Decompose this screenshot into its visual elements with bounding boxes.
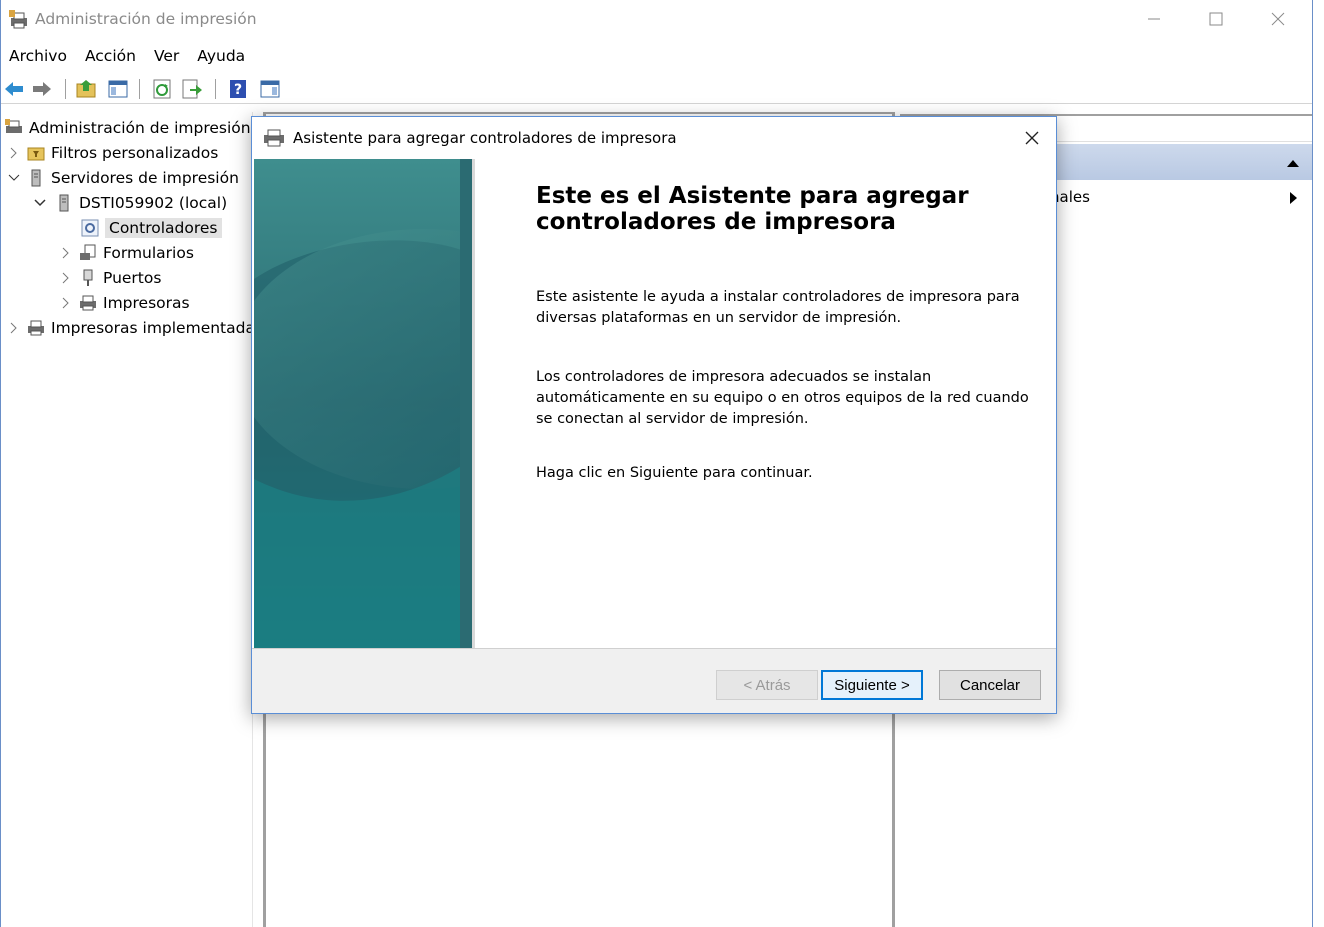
window-title: Administración de impresión — [35, 10, 257, 28]
minimize-icon — [1148, 18, 1160, 20]
port-icon — [79, 269, 97, 287]
menu-archivo[interactable]: Archivo — [1, 44, 77, 68]
submenu-arrow-icon[interactable] — [1290, 192, 1297, 204]
title-bar: Administración de impresión — [1, 0, 1312, 40]
console-tree: Administración de impresión Filtros pers… — [1, 112, 255, 927]
actions-section-header[interactable] — [1050, 144, 1312, 180]
maximize-button[interactable] — [1185, 0, 1247, 38]
printer-icon — [263, 129, 285, 147]
show-hide-tree-icon[interactable] — [107, 78, 129, 100]
tree-item-printers[interactable]: Impresoras — [59, 291, 190, 315]
help-icon[interactable]: ? — [227, 78, 249, 100]
wizard-heading: Este es el Asistente para agregar contro… — [536, 183, 969, 235]
tree-item-forms[interactable]: Formularios — [59, 241, 194, 265]
back-arrow-icon[interactable] — [3, 78, 25, 100]
wizard-content: Este es el Asistente para agregar contro… — [472, 159, 1056, 648]
dialog-footer: < Atrás Siguiente > Cancelar — [252, 648, 1056, 713]
printer-icon — [79, 294, 97, 312]
collapse-section-icon[interactable] — [1287, 160, 1299, 167]
chevron-down-icon[interactable] — [33, 196, 47, 210]
tree-item-drivers[interactable]: Controladores — [81, 216, 222, 240]
drivers-icon — [81, 219, 99, 237]
menu-accion[interactable]: Acción — [77, 44, 146, 68]
server-icon — [27, 169, 45, 187]
tree-item-filters[interactable]: Filtros personalizados — [7, 141, 218, 165]
printer-management-icon — [9, 10, 29, 30]
next-button[interactable]: Siguiente > — [821, 670, 923, 700]
tree-item-ports[interactable]: Puertos — [59, 266, 161, 290]
maximize-icon — [1209, 12, 1223, 26]
dialog-close-button[interactable] — [1010, 122, 1054, 154]
tree-item-server-local[interactable]: DSTI059902 (local) — [33, 191, 227, 215]
wizard-paragraph-3: Haga clic en Siguiente para continuar. — [536, 465, 813, 481]
toolbar: ? — [1, 74, 1312, 104]
tree-item-root[interactable]: Administración de impresión — [5, 116, 251, 140]
dialog-title: Asistente para agregar controladores de … — [293, 129, 677, 147]
wizard-paragraph-1: Este asistente le ayuda a instalar contr… — [536, 289, 1020, 326]
dialog-title-bar: Asistente para agregar controladores de … — [252, 117, 1056, 159]
chevron-right-icon[interactable] — [7, 146, 21, 160]
printer-management-icon — [5, 119, 23, 137]
forms-icon — [79, 244, 97, 262]
forward-arrow-icon[interactable] — [31, 78, 53, 100]
menu-bar: Archivo Acción Ver Ayuda — [1, 44, 255, 68]
chevron-right-icon[interactable] — [59, 246, 73, 260]
server-icon — [55, 194, 73, 212]
filter-folder-icon — [27, 144, 45, 162]
export-list-icon[interactable] — [181, 78, 203, 100]
printer-icon — [27, 319, 45, 337]
chevron-right-icon[interactable] — [59, 271, 73, 285]
chevron-down-icon[interactable] — [7, 171, 21, 185]
close-window-button[interactable] — [1247, 0, 1309, 38]
close-icon — [1271, 12, 1285, 26]
menu-ver[interactable]: Ver — [146, 44, 189, 68]
wizard-banner — [254, 159, 472, 648]
refresh-icon[interactable] — [151, 78, 173, 100]
tree-item-deployed-printers[interactable]: Impresoras implementada — [7, 316, 255, 340]
svg-text:?: ? — [234, 82, 242, 98]
chevron-right-icon[interactable] — [59, 296, 73, 310]
tree-item-servers[interactable]: Servidores de impresión — [7, 166, 239, 190]
minimize-button[interactable] — [1123, 0, 1185, 38]
add-driver-wizard-dialog: Asistente para agregar controladores de … — [251, 116, 1057, 714]
back-button[interactable]: < Atrás — [716, 670, 818, 700]
close-icon — [1025, 131, 1039, 145]
cancel-button[interactable]: Cancelar — [939, 670, 1041, 700]
up-folder-icon[interactable] — [75, 78, 97, 100]
chevron-right-icon[interactable] — [7, 321, 21, 335]
wizard-paragraph-2: Los controladores de impresora adecuados… — [536, 369, 1029, 427]
show-hide-action-pane-icon[interactable] — [259, 78, 281, 100]
menu-ayuda[interactable]: Ayuda — [189, 44, 255, 68]
